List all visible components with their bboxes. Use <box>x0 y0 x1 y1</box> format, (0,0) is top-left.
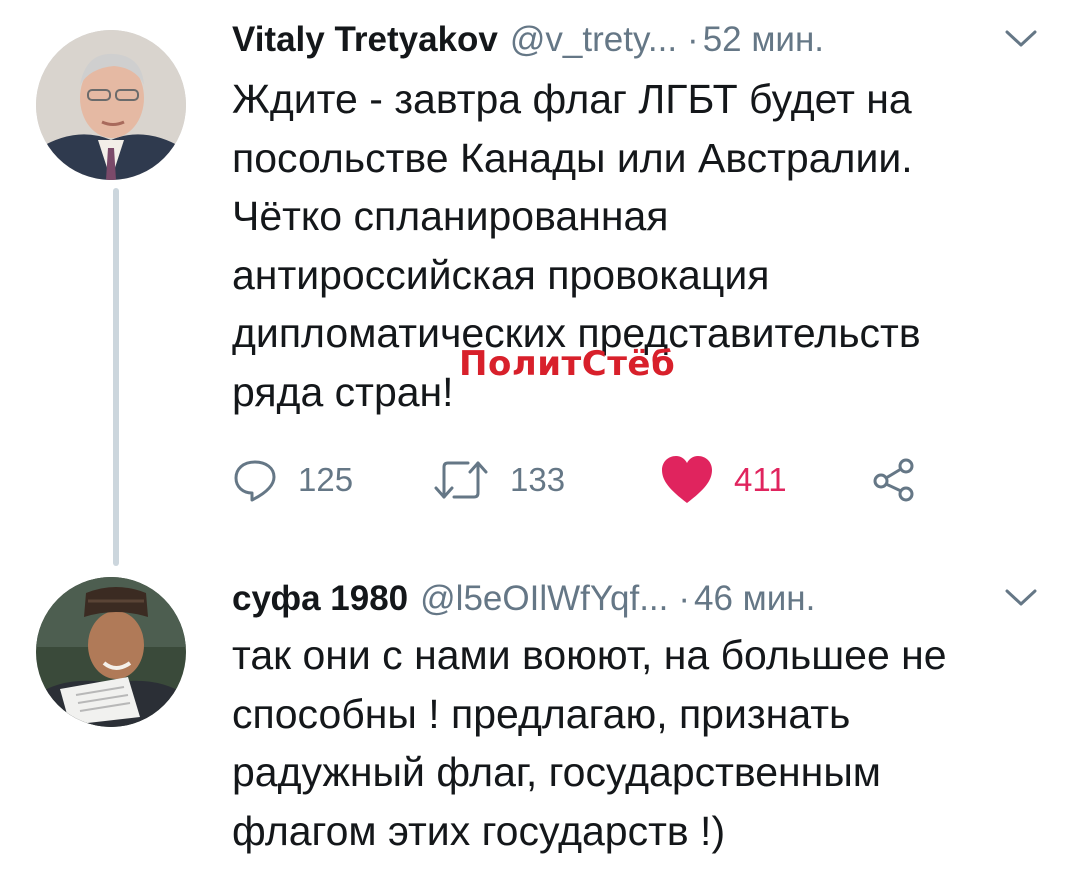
avatar-image <box>36 577 186 727</box>
author-name[interactable]: Vitaly Tretyakov <box>232 18 498 62</box>
watermark: ПолитСтёб <box>459 344 676 384</box>
reply-button[interactable]: 125 <box>232 450 353 510</box>
retweet-icon <box>434 461 488 499</box>
heart-icon <box>662 456 712 503</box>
author-handle[interactable]: @v_trety... <box>510 18 677 62</box>
tweet-2[interactable]: суфа 1980 @l5eOIlWfYqf... · 46 мин. так … <box>0 560 1080 874</box>
timestamp[interactable]: 46 мин. <box>694 577 815 621</box>
tweet-header: суфа 1980 @l5eOIlWfYqf... · 46 мин. <box>232 577 815 621</box>
avatar[interactable] <box>36 577 186 727</box>
author-handle[interactable]: @l5eOIlWfYqf... <box>420 577 668 621</box>
like-count: 411 <box>734 461 787 498</box>
tweet-1[interactable]: Vitaly Tretyakov @v_trety... · 52 мин. Ж… <box>0 0 1080 566</box>
tweet-actions: 125 133 411 <box>232 450 932 510</box>
tweet-text: так они с нами воюют, на большее не спос… <box>232 632 947 854</box>
separator: · <box>687 20 699 59</box>
avatar-image <box>36 30 186 180</box>
chevron-down-icon[interactable] <box>1004 28 1038 50</box>
reply-icon <box>234 460 276 502</box>
share-icon <box>873 458 914 502</box>
timestamp[interactable]: 52 мин. <box>703 18 824 62</box>
share-button[interactable] <box>872 450 916 510</box>
tweet-header: Vitaly Tretyakov @v_trety... · 52 мин. <box>232 18 824 62</box>
author-name[interactable]: суфа 1980 <box>232 577 408 621</box>
separator: · <box>678 579 691 618</box>
retweet-button[interactable]: 133 <box>432 450 565 510</box>
reply-count: 125 <box>298 461 354 498</box>
like-button[interactable]: 411 <box>660 450 787 510</box>
retweet-count: 133 <box>510 461 566 498</box>
avatar[interactable] <box>36 30 186 180</box>
chevron-down-icon[interactable] <box>1004 587 1038 609</box>
thread-connector <box>113 188 119 566</box>
